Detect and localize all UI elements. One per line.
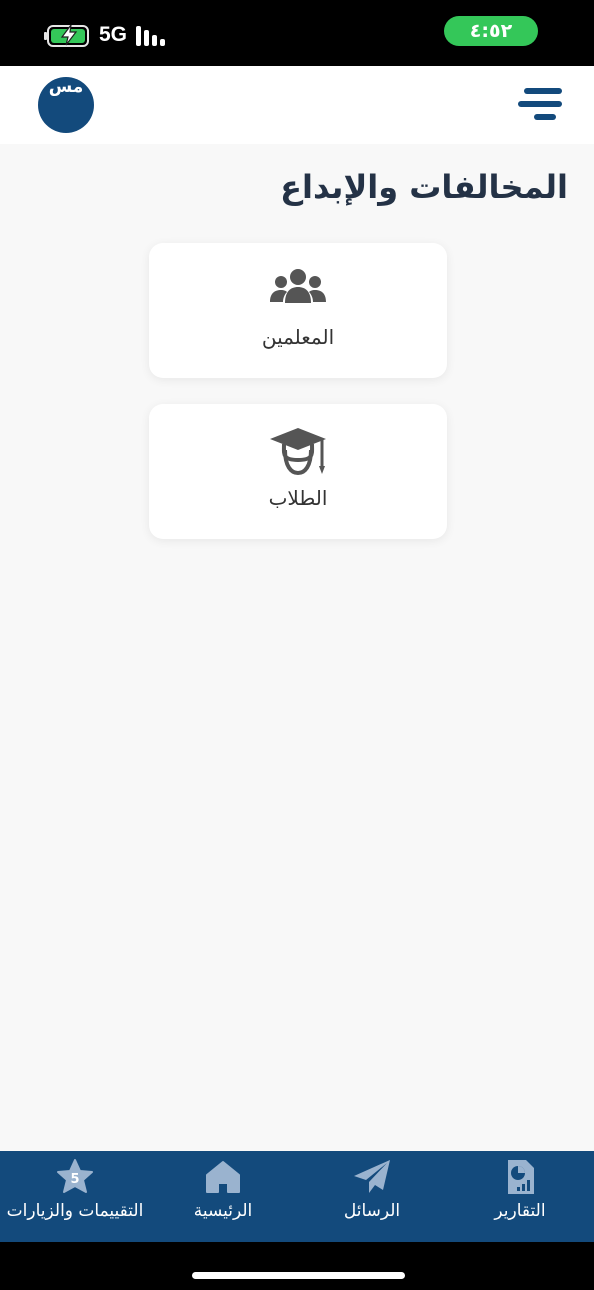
teachers-label: المعلمين xyxy=(261,325,335,349)
teachers-card[interactable]: المعلمين xyxy=(149,243,447,378)
signal-icon xyxy=(136,24,170,46)
main-content: المخالفات والإبداع المعلمين الطلاب xyxy=(0,144,594,1151)
nav-item-reports[interactable]: التقارير xyxy=(446,1151,594,1242)
home-icon xyxy=(206,1161,240,1193)
bottom-nav: 5 التقييمات والزيارات الرئيسية الرسائل ا… xyxy=(0,1151,594,1242)
report-chart-icon xyxy=(508,1160,534,1194)
nav-item-messages[interactable]: الرسائل xyxy=(298,1151,446,1242)
students-card[interactable]: الطلاب xyxy=(149,404,447,539)
nav-item-evaluations[interactable]: 5 التقييمات والزيارات xyxy=(0,1151,150,1242)
students-label: الطلاب xyxy=(268,486,328,510)
avatar[interactable]: مس xyxy=(38,77,94,133)
battery-charging-icon xyxy=(47,24,89,47)
menu-icon[interactable] xyxy=(518,86,562,124)
home-indicator[interactable] xyxy=(192,1272,405,1279)
users-group-icon xyxy=(270,269,326,303)
graduate-student-icon xyxy=(270,428,326,476)
battery-tip xyxy=(44,32,47,40)
page-title: المخالفات والإبداع xyxy=(280,168,568,206)
app-header: مس xyxy=(0,66,594,144)
nav-label-reports: التقارير xyxy=(494,1201,546,1221)
nav-label-messages: الرسائل xyxy=(343,1201,401,1221)
status-time: ٤:٥٢ xyxy=(444,16,538,46)
nav-item-home[interactable]: الرئيسية xyxy=(148,1151,298,1242)
status-bar: 5G ٤:٥٢ xyxy=(0,0,594,66)
network-type: 5G xyxy=(99,23,128,46)
evaluations-badge: 5 xyxy=(70,1172,80,1187)
nav-label-home: الرئيسية xyxy=(193,1201,253,1221)
nav-label-evaluations: التقييمات والزيارات xyxy=(6,1201,144,1221)
paper-plane-icon xyxy=(354,1160,390,1193)
home-indicator-area xyxy=(0,1242,594,1290)
